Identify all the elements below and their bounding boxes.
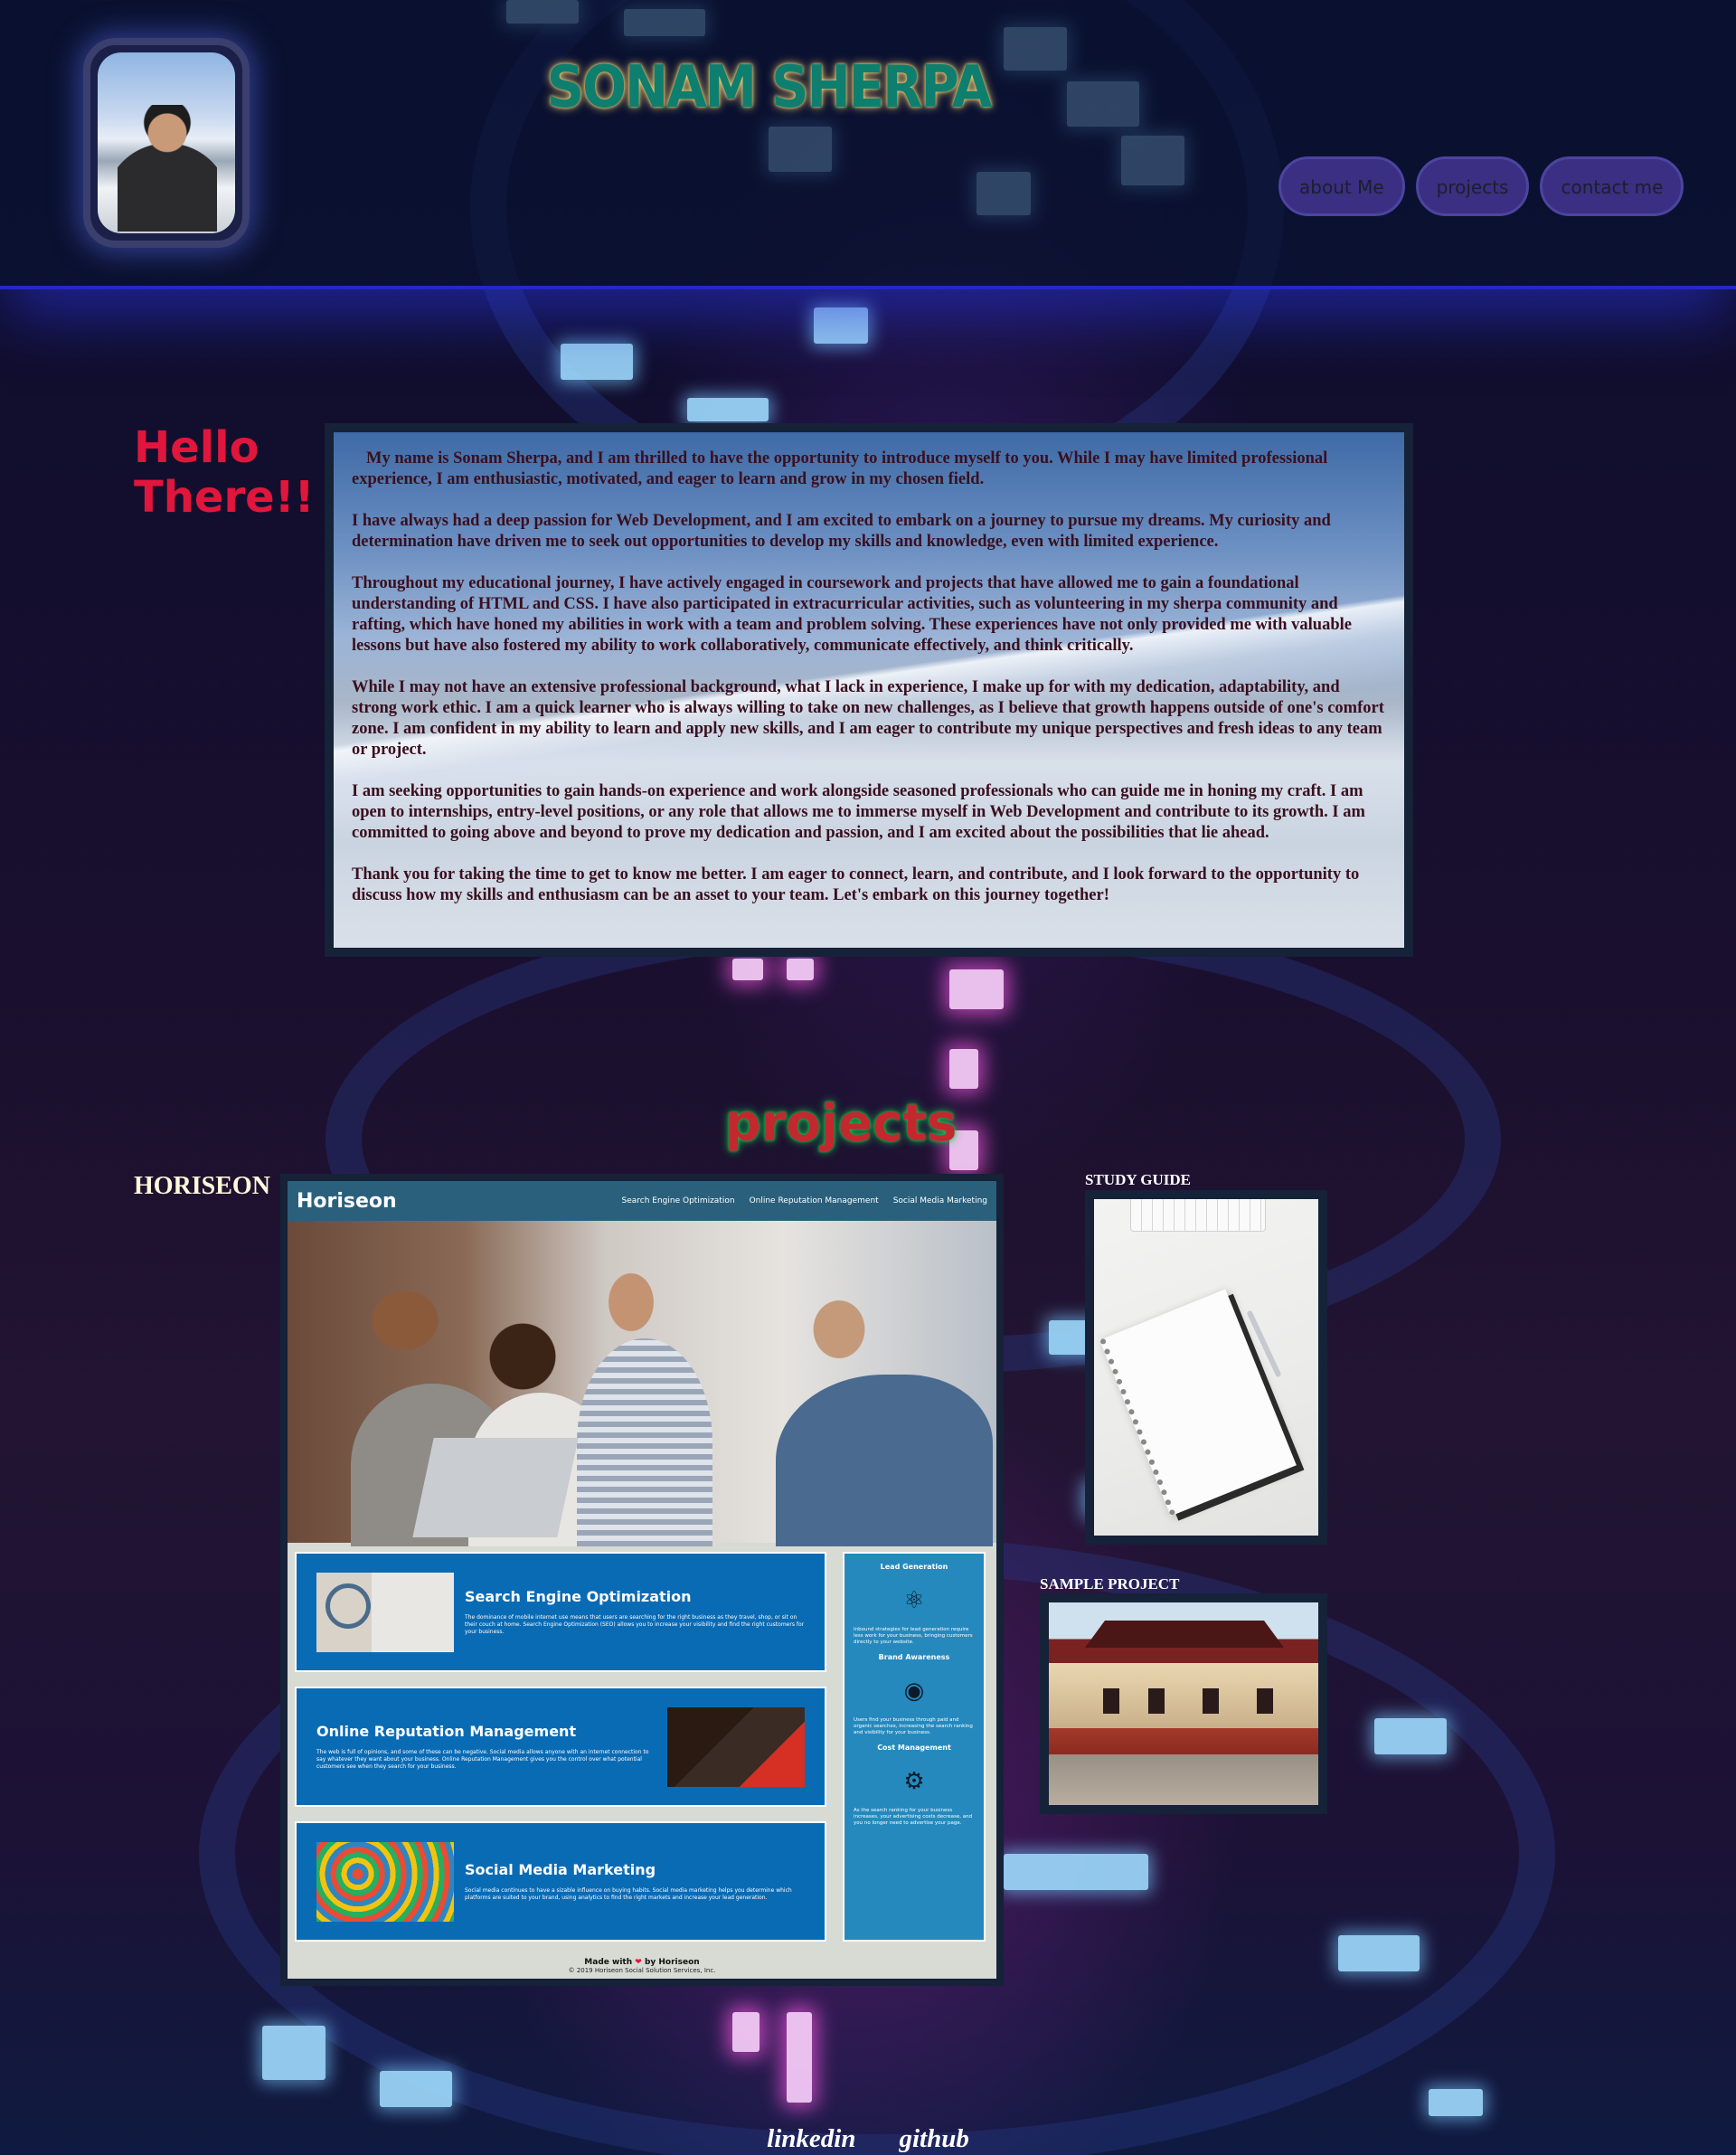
- glow-tile: [561, 344, 633, 380]
- horiseon-hero-image: [288, 1221, 996, 1546]
- project-label-study-guide: STUDY GUIDE: [1085, 1171, 1191, 1188]
- glow-tile: [1429, 2089, 1483, 2116]
- glow-tile: [380, 2071, 452, 2107]
- site-header: SONAM SHERPA about Me projects contact m…: [0, 0, 1736, 289]
- horiseon-header: Horiseon Search Engine Optimization Onli…: [288, 1181, 996, 1221]
- heart-icon: ❤: [635, 1958, 642, 1967]
- nav-contact-me[interactable]: contact me: [1540, 156, 1684, 216]
- glow-tile: [814, 307, 868, 344]
- about-paragraph: Throughout my educational journey, I hav…: [352, 574, 1352, 655]
- horiseon-footer: Made with ❤ by Horiseon © 2019 Horiseon …: [288, 1951, 996, 1974]
- about-paragraph: Thank you for taking the time to get to …: [352, 865, 1360, 904]
- glow-tile: [687, 398, 769, 421]
- horiseon-content: Search Engine Optimization The dominance…: [288, 1543, 996, 1951]
- smm-image: [316, 1841, 454, 1922]
- benefit-title: Brand Awareness: [878, 1653, 950, 1661]
- site-title: SONAM SHERPA: [546, 54, 993, 121]
- github-link[interactable]: github: [899, 2124, 968, 2153]
- main-nav: about Me projects contact me: [1278, 156, 1684, 216]
- benefit-title: Lead Generation: [880, 1563, 948, 1571]
- notebook-image: [1099, 1289, 1297, 1517]
- benefit-title: Cost Management: [877, 1744, 951, 1752]
- nav-about-me[interactable]: about Me: [1278, 156, 1405, 216]
- project-horiseon-preview[interactable]: Horiseon Search Engine Optimization Onli…: [280, 1174, 1004, 1986]
- profile-photo: [98, 52, 235, 233]
- about-paragraph: I am seeking opportunities to gain hands…: [352, 782, 1365, 842]
- horiseon-nav-item: Online Reputation Management: [749, 1196, 879, 1205]
- horiseon-nav-item: Search Engine Optimization: [621, 1196, 735, 1205]
- glow-tile: [1374, 1718, 1447, 1754]
- about-me-section: My name is Sonam Sherpa, and I am thrill…: [325, 423, 1413, 957]
- horiseon-cards: Search Engine Optimization The dominance…: [295, 1552, 826, 1942]
- horiseon-card-orm: Online Reputation Management The web is …: [295, 1687, 826, 1807]
- greeting-heading: Hello There!!: [134, 422, 315, 523]
- horiseon-benefits: Lead Generation ⚛ Inbound strategies for…: [843, 1552, 986, 1942]
- card-text: The dominance of mobile internet use mea…: [465, 1614, 805, 1635]
- card-title: Online Reputation Management: [316, 1723, 577, 1740]
- glow-tile: [1338, 1935, 1420, 1971]
- card-title: Social Media Marketing: [465, 1861, 656, 1878]
- footer-made: Made with: [584, 1958, 633, 1967]
- keyboard-image: [1130, 1199, 1266, 1232]
- glow-tile: [732, 959, 763, 980]
- project-label-sample-project: SAMPLE PROJECT: [1040, 1575, 1180, 1593]
- horiseon-nav-item: Social Media Marketing: [892, 1196, 987, 1205]
- glow-tile: [732, 2012, 760, 2052]
- glow-tile: [1004, 1854, 1148, 1890]
- glow-tile: [949, 1049, 978, 1089]
- cost-icon: ⚙: [903, 1768, 925, 1794]
- nav-projects[interactable]: projects: [1415, 156, 1530, 216]
- lightbulb-icon: ⚛: [903, 1587, 925, 1613]
- broadcast-icon: ◉: [903, 1678, 925, 1704]
- projects-heading: projects: [724, 1094, 958, 1153]
- about-paragraph: My name is Sonam Sherpa, and I am thrill…: [352, 449, 1328, 488]
- footer-copyright: © 2019 Horiseon Social Solution Services…: [568, 1967, 716, 1974]
- horiseon-card-seo: Search Engine Optimization The dominance…: [295, 1552, 826, 1672]
- horiseon-nav: Search Engine Optimization Online Reputa…: [622, 1196, 988, 1205]
- glow-tile: [787, 2012, 812, 2103]
- project-sample-image[interactable]: [1040, 1593, 1327, 1814]
- seo-image: [316, 1572, 454, 1652]
- profile-photo-frame: [83, 38, 250, 248]
- site-footer: linkedin github: [0, 2124, 1736, 2154]
- linkedin-link[interactable]: linkedin: [767, 2124, 855, 2153]
- glow-tile: [787, 959, 814, 980]
- card-text: The web is full of opinions, and some of…: [316, 1749, 649, 1770]
- glow-tile: [949, 969, 1004, 1009]
- card-title: Search Engine Optimization: [465, 1588, 692, 1605]
- about-paragraph: While I may not have an extensive profes…: [352, 678, 1384, 759]
- glow-tile: [262, 2026, 326, 2080]
- profile-photo-person: [118, 105, 217, 232]
- benefit-text: Users find your business through paid an…: [854, 1717, 973, 1735]
- benefit-text: As the search ranking for your business …: [854, 1808, 973, 1826]
- benefit-text: Inbound strategies for lead generation r…: [854, 1627, 973, 1645]
- footer-by: by Horiseon: [644, 1958, 700, 1967]
- horiseon-logo: Horiseon: [297, 1189, 397, 1213]
- project-label-horiseon: HORISEON: [134, 1172, 270, 1200]
- about-paragraph: I have always had a deep passion for Web…: [352, 512, 1331, 551]
- monastery-roof: [1085, 1621, 1284, 1648]
- card-text: Social media continues to have a sizable…: [465, 1887, 792, 1901]
- orm-image: [667, 1706, 805, 1787]
- horiseon-card-smm: Social Media Marketing Social media cont…: [295, 1821, 826, 1942]
- project-study-guide-image[interactable]: [1085, 1190, 1327, 1545]
